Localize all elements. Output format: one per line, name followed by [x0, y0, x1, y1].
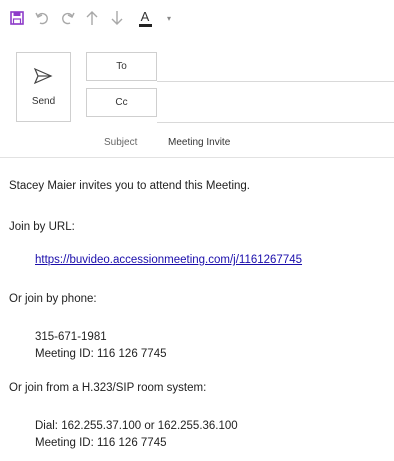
send-icon — [33, 67, 53, 90]
cc-field[interactable] — [157, 122, 394, 123]
subject-label: Subject — [104, 137, 138, 148]
join-url-heading: Join by URL: — [9, 221, 75, 233]
font-color-letter: A — [140, 8, 150, 24]
quick-access-toolbar: A ▾ — [0, 0, 394, 35]
room-meeting-id: Meeting ID: 116 126 7745 — [35, 437, 167, 449]
customize-dropdown-icon[interactable]: ▾ — [160, 9, 178, 27]
room-dial: Dial: 162.255.37.100 or 162.255.36.100 — [35, 420, 238, 432]
room-system-heading: Or join from a H.323/SIP room system: — [9, 382, 207, 394]
phone-heading: Or join by phone: — [9, 293, 97, 305]
cc-label: Cc — [115, 97, 128, 108]
message-body[interactable]: Stacey Maier invites you to attend this … — [0, 160, 394, 461]
compose-header: Send To Cc Subject Meeting Invite — [0, 35, 394, 160]
cc-button[interactable]: Cc — [86, 88, 157, 117]
down-arrow-icon[interactable] — [108, 9, 126, 27]
customize-dropdown-glyph: ▾ — [166, 13, 171, 23]
up-arrow-icon[interactable] — [83, 9, 101, 27]
font-color-underline — [138, 23, 152, 27]
font-color-icon[interactable]: A — [136, 9, 154, 27]
to-button[interactable]: To — [86, 52, 157, 81]
to-field[interactable] — [157, 81, 394, 82]
redo-icon[interactable] — [58, 9, 76, 27]
join-url-link[interactable]: https://buvideo.accessionmeeting.com/j/1… — [35, 254, 302, 266]
to-label: To — [116, 61, 127, 72]
save-icon[interactable] — [8, 9, 26, 27]
undo-icon[interactable] — [33, 9, 51, 27]
subject-field[interactable]: Meeting Invite — [168, 137, 230, 148]
send-button[interactable]: Send — [16, 52, 71, 122]
send-label: Send — [31, 96, 56, 107]
intro-text: Stacey Maier invites you to attend this … — [9, 180, 250, 192]
phone-meeting-id: Meeting ID: 116 126 7745 — [35, 348, 167, 360]
header-divider — [0, 157, 394, 158]
phone-number: 315-671-1981 — [35, 331, 107, 343]
